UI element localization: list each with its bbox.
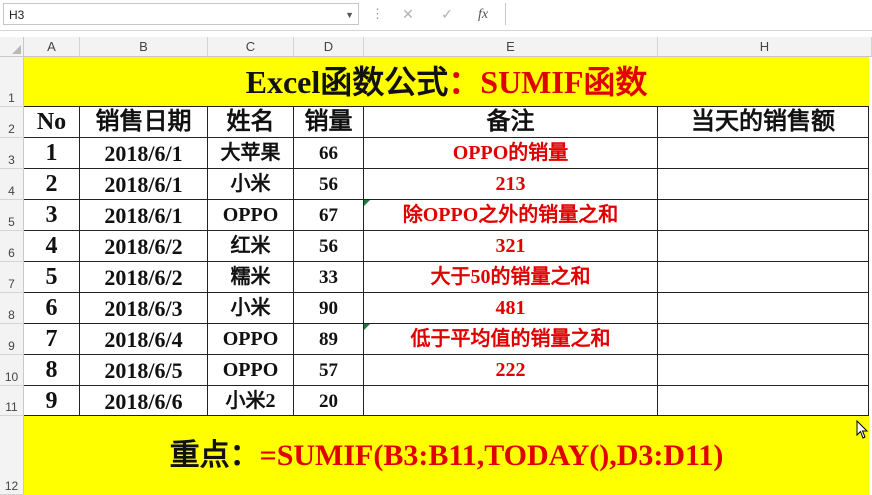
row-header[interactable]: 4 [0,169,24,200]
key-point-formula: =SUMIF(B3:B11,TODAY(),D3:D11) [259,439,724,472]
cell-note[interactable]: 213 [364,169,658,200]
formula-bar: H3 ▼ ⋮ ✕ ✓ fx [0,0,872,31]
column-header-d[interactable]: D [294,37,364,57]
cell-qty[interactable]: 20 [294,386,364,416]
cell-qty[interactable]: 56 [294,231,364,262]
column-header-b[interactable]: B [80,37,208,57]
key-point-text: 重点：=SUMIF(B3:B11,TODAY(),D3:D11) [24,416,869,495]
cell-note[interactable]: 低于平均值的销量之和 [364,324,658,355]
key-point-label: 重点： [169,439,260,472]
error-indicator-icon [364,200,370,206]
cell-daily-sales[interactable] [658,355,869,386]
title-main: Excel函数公式 [245,64,449,100]
cell-daily-sales[interactable] [658,169,869,200]
cell-daily-sales[interactable] [658,262,869,293]
drag-handle-icon[interactable]: ⋮ [371,6,384,22]
row-header[interactable]: 9 [0,324,24,355]
cell-qty[interactable]: 67 [294,200,364,231]
header-name[interactable]: 姓名 [208,107,294,138]
cell-no[interactable]: 2 [24,169,80,200]
cell-name[interactable]: 红米 [208,231,294,262]
cell-date[interactable]: 2018/6/6 [80,386,208,416]
cell-name[interactable]: 小米 [208,169,294,200]
select-all-corner[interactable] [0,37,24,57]
header-daily-sales[interactable]: 当天的销售额 [658,107,869,138]
row-header[interactable]: 11 [0,386,24,416]
cell-qty[interactable]: 56 [294,169,364,200]
cell-date[interactable]: 2018/6/3 [80,293,208,324]
row-header[interactable]: 8 [0,293,24,324]
cell-daily-sales[interactable] [658,293,869,324]
key-point-cell[interactable]: 重点：=SUMIF(B3:B11,TODAY(),D3:D11) [24,416,869,495]
cell-date[interactable]: 2018/6/1 [80,200,208,231]
cell-date[interactable]: 2018/6/1 [80,169,208,200]
cell-no[interactable]: 3 [24,200,80,231]
header-qty[interactable]: 销量 [294,107,364,138]
cell-no[interactable]: 9 [24,386,80,416]
cell-no[interactable]: 5 [24,262,80,293]
cell-date[interactable]: 2018/6/5 [80,355,208,386]
cell-date[interactable]: 2018/6/4 [80,324,208,355]
header-note[interactable]: 备注 [364,107,658,138]
cell-name[interactable]: OPPO [208,200,294,231]
page-title: Excel函数公式：SUMIF函数 [24,57,869,107]
cell-name[interactable]: OPPO [208,355,294,386]
cell-date[interactable]: 2018/6/2 [80,231,208,262]
cell-no[interactable]: 8 [24,355,80,386]
cell-qty[interactable]: 90 [294,293,364,324]
header-no[interactable]: No [24,107,80,138]
cell-daily-sales[interactable] [658,386,869,416]
row-header[interactable]: 5 [0,200,24,231]
cell-daily-sales[interactable] [658,324,869,355]
cell-name[interactable]: 大苹果 [208,138,294,169]
cell-note[interactable]: 481 [364,293,658,324]
cell-name[interactable]: OPPO [208,324,294,355]
cell-note[interactable]: 除OPPO之外的销量之和 [364,200,658,231]
cell-note[interactable]: 222 [364,355,658,386]
cell-qty[interactable]: 66 [294,138,364,169]
row-header[interactable]: 1 [0,57,24,107]
enter-icon[interactable]: ✓ [436,5,458,25]
cell-no[interactable]: 4 [24,231,80,262]
cell-date[interactable]: 2018/6/2 [80,262,208,293]
name-box-value: H3 [9,8,25,22]
insert-function-icon[interactable]: fx [472,5,494,25]
cell-daily-sales[interactable] [658,231,869,262]
mouse-cursor-icon [856,420,869,439]
column-header-e[interactable]: E [364,37,658,57]
cancel-icon[interactable]: ✕ [397,5,419,25]
cell-note[interactable]: 大于50的销量之和 [364,262,658,293]
column-header-a[interactable]: A [24,37,80,57]
cell-name[interactable]: 糯米 [208,262,294,293]
cell-note[interactable]: 321 [364,231,658,262]
cell-note[interactable]: OPPO的销量 [364,138,658,169]
cell-qty[interactable]: 33 [294,262,364,293]
cell-daily-sales[interactable] [658,138,869,169]
cell-no[interactable]: 7 [24,324,80,355]
name-box[interactable]: H3 ▼ [3,3,359,25]
row-header[interactable]: 7 [0,262,24,293]
row-header[interactable]: 10 [0,355,24,386]
row-header[interactable]: 2 [0,107,24,138]
cell-no[interactable]: 1 [24,138,80,169]
cell-qty[interactable]: 57 [294,355,364,386]
row-header[interactable]: 6 [0,231,24,262]
cell-name[interactable]: 小米2 [208,386,294,416]
formula-input[interactable] [505,3,872,25]
chevron-down-icon[interactable]: ▼ [345,4,354,26]
cell-name[interactable]: 小米 [208,293,294,324]
cell-no[interactable]: 6 [24,293,80,324]
header-date[interactable]: 销售日期 [80,107,208,138]
cell-qty[interactable]: 89 [294,324,364,355]
cell-date[interactable]: 2018/6/1 [80,138,208,169]
error-indicator-icon [364,324,370,330]
column-header-c[interactable]: C [208,37,294,57]
title-accent: ：SUMIF函数 [448,64,648,100]
row-header[interactable]: 12 [0,416,24,495]
column-header-h[interactable]: H [658,37,872,57]
cell-note[interactable] [364,386,658,416]
row-header[interactable]: 3 [0,138,24,169]
cell-daily-sales[interactable] [658,200,869,231]
